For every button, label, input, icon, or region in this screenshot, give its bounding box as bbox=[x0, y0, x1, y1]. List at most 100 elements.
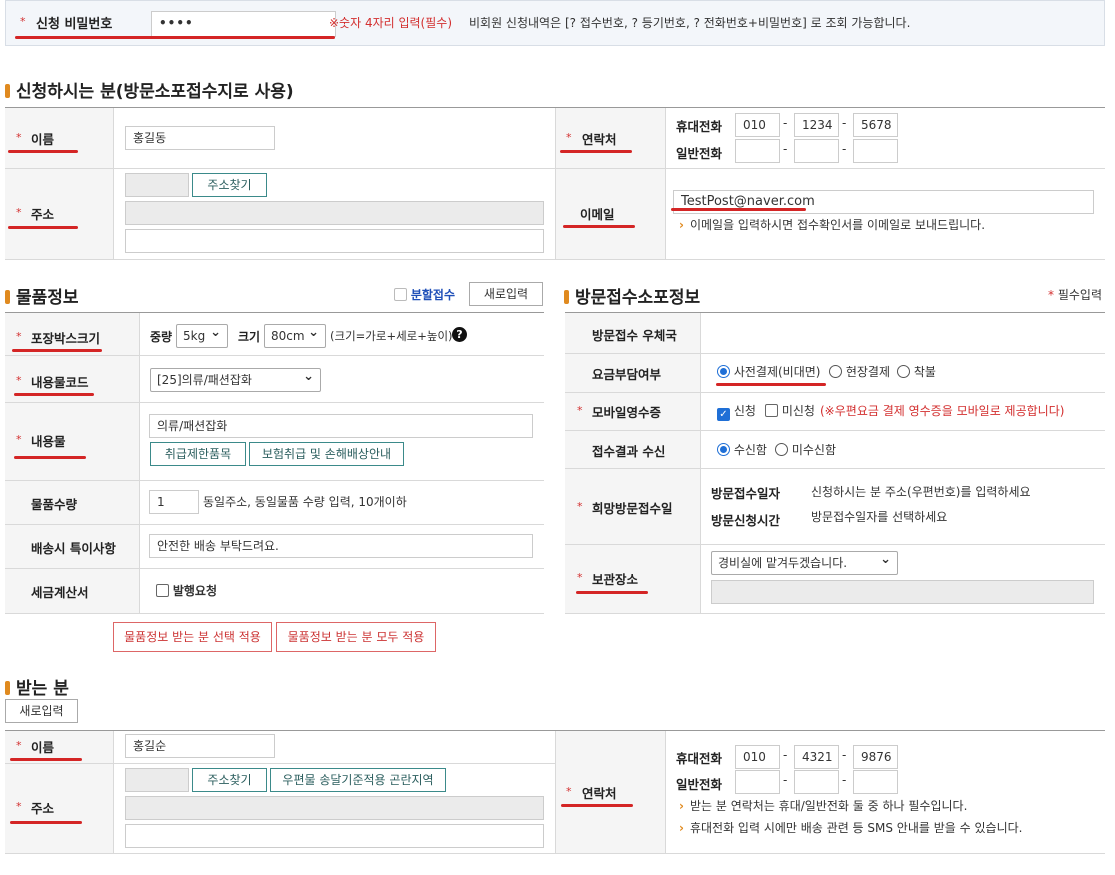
fee-onsite-radio[interactable]: 현장결제 bbox=[829, 363, 890, 380]
sender-find-address-button[interactable]: 주소찾기 bbox=[192, 173, 267, 197]
receiver-new-input-button[interactable]: 새로입력 bbox=[5, 699, 78, 723]
receiver-postcode-input[interactable] bbox=[125, 768, 189, 792]
receiver-mobile-2[interactable]: 4321 bbox=[794, 745, 839, 769]
size-label: 크기 bbox=[238, 330, 261, 344]
mobile-receipt-label: 모바일영수증 bbox=[592, 405, 662, 420]
receiver-mobile-3[interactable]: 9876 bbox=[853, 745, 898, 769]
required-star: * bbox=[16, 433, 22, 446]
sender-name-label: 이름 bbox=[31, 132, 55, 147]
weight-select[interactable]: 5kg bbox=[176, 322, 228, 348]
required-star: * bbox=[16, 800, 22, 813]
required-star: * bbox=[16, 330, 22, 343]
receiver-name-input[interactable]: 홍길순 bbox=[125, 734, 275, 758]
required-star: * bbox=[16, 131, 22, 144]
fee-label: 요금부담여부 bbox=[592, 367, 662, 382]
required-star: * bbox=[16, 206, 22, 219]
apply-selected-button[interactable]: 물품정보 받는 분 선택 적용 bbox=[113, 622, 272, 652]
sender-phone-2[interactable] bbox=[794, 139, 839, 163]
goods-new-input-button[interactable]: 새로입력 bbox=[469, 282, 543, 306]
insurance-info-button[interactable]: 보험취급 및 손해배상안내 bbox=[249, 442, 404, 466]
visit-office-label: 방문접수 우체국 bbox=[592, 328, 677, 343]
sender-phone-label: 일반전화 bbox=[676, 146, 723, 161]
restricted-items-button[interactable]: 취급제한품목 bbox=[150, 442, 246, 466]
receipt-apply-checkbox[interactable]: ✓ 신청 bbox=[717, 402, 756, 421]
content-label: 내용물 bbox=[31, 434, 66, 449]
sender-email-label: 이메일 bbox=[580, 207, 615, 222]
receiver-phone-3[interactable] bbox=[853, 770, 898, 794]
quantity-input[interactable]: 1 bbox=[149, 490, 199, 514]
receiver-address-input[interactable] bbox=[125, 796, 544, 820]
receiver-phone-2[interactable] bbox=[794, 770, 839, 794]
receiver-address-detail-input[interactable] bbox=[125, 824, 544, 848]
required-star: * bbox=[577, 571, 583, 584]
sender-address-detail-input[interactable] bbox=[125, 229, 544, 253]
visit-date-value: 신청하시는 분 주소(우편번호)를 입력하세요 bbox=[811, 485, 1031, 499]
sender-mobile-1[interactable]: 010 bbox=[735, 113, 780, 137]
receipt-no-checkbox[interactable]: 미신청 bbox=[765, 402, 815, 419]
sender-mobile-2[interactable]: 1234 bbox=[794, 113, 839, 137]
dash: - bbox=[842, 773, 847, 787]
help-icon[interactable]: ? bbox=[452, 327, 467, 342]
sender-email-note: › 이메일을 입력하시면 접수확인서를 이메일로 보내드립니다. bbox=[679, 218, 986, 232]
password-input[interactable]: •••• bbox=[151, 11, 336, 37]
sender-section-title: 신청하시는 분(방문소포접수지로 사용) bbox=[5, 77, 294, 102]
quantity-hint: 동일주소, 동일물품 수량 입력, 10개이하 bbox=[203, 495, 407, 509]
storage-label: 보관장소 bbox=[592, 572, 639, 587]
sender-phone-1[interactable] bbox=[735, 139, 780, 163]
fee-cod-radio[interactable]: 착불 bbox=[897, 363, 936, 380]
result-no-radio[interactable]: 미수신함 bbox=[775, 441, 836, 458]
size-hint: (크기=가로+세로+높이) bbox=[330, 329, 453, 343]
sender-contact-label: 연락처 bbox=[582, 132, 617, 147]
sender-name-input[interactable]: 홍길동 bbox=[125, 126, 275, 150]
sender-phone-3[interactable] bbox=[853, 139, 898, 163]
receiver-note-1: › 받는 분 연락처는 휴대/일반전화 둘 중 하나 필수입니다. bbox=[679, 799, 968, 813]
sender-address-input[interactable] bbox=[125, 201, 544, 225]
storage-select[interactable]: 경비실에 맡겨두겠습니다. bbox=[711, 549, 898, 575]
receiver-phone-label: 일반전화 bbox=[676, 777, 723, 792]
receiver-phone-1[interactable] bbox=[735, 770, 780, 794]
result-label: 접수결과 수신 bbox=[592, 444, 666, 459]
result-yes-radio[interactable]: 수신함 bbox=[717, 441, 767, 458]
password-notice-required: ※숫자 4자리 입력(필수) bbox=[329, 16, 453, 30]
fee-prepaid-radio[interactable]: 사전결제(비대면) bbox=[717, 363, 820, 380]
content-code-label: 내용물코드 bbox=[31, 375, 89, 390]
content-input[interactable]: 의류/패션잡화 bbox=[149, 414, 533, 438]
receipt-note: (※우편요금 결제 영수증을 모바일로 제공합니다) bbox=[820, 404, 1065, 418]
required-star: * bbox=[16, 374, 22, 387]
sender-postcode-input[interactable] bbox=[125, 173, 189, 197]
required-star: * bbox=[577, 500, 583, 513]
visit-section-title: 방문접수소포정보 bbox=[564, 283, 700, 308]
weight-label: 중량 bbox=[150, 330, 173, 344]
split-receipt-checkbox[interactable]: 분할접수 bbox=[394, 286, 455, 303]
goods-section-title: 물품정보 bbox=[5, 283, 79, 308]
tax-invoice-checkbox[interactable]: 발행요청 bbox=[156, 582, 217, 599]
receiver-contact-label: 연락처 bbox=[582, 786, 617, 801]
sender-mobile-label: 휴대전화 bbox=[676, 119, 723, 134]
content-code-select[interactable]: [25]의류/패션잡화 bbox=[150, 366, 321, 392]
dash: - bbox=[842, 748, 847, 762]
special-request-label: 배송시 특이사항 bbox=[31, 541, 116, 556]
password-bar: * 신청 비밀번호 •••• ※숫자 4자리 입력(필수) 비회원 신청내역은 … bbox=[5, 0, 1105, 46]
receiver-address-label: 주소 bbox=[31, 801, 55, 816]
special-request-input[interactable]: 안전한 배송 부탁드려요. bbox=[149, 534, 533, 558]
storage-detail-input[interactable] bbox=[711, 580, 1094, 604]
sender-address-label: 주소 bbox=[31, 207, 55, 222]
hard-area-button[interactable]: 우편물 송달기준적용 곤란지역 bbox=[270, 768, 446, 792]
visit-date-label: 희망방문접수일 bbox=[592, 501, 673, 516]
dash: - bbox=[783, 142, 788, 156]
quantity-label: 물품수량 bbox=[31, 497, 78, 512]
size-select[interactable]: 80cm bbox=[264, 322, 326, 348]
visit-time-value: 방문접수일자를 선택하세요 bbox=[811, 510, 948, 524]
dash: - bbox=[783, 116, 788, 130]
visit-date-key: 방문접수일자 bbox=[711, 486, 781, 501]
receiver-name-label: 이름 bbox=[31, 740, 55, 755]
password-label: 신청 비밀번호 bbox=[36, 17, 113, 32]
dash: - bbox=[783, 773, 788, 787]
apply-all-button[interactable]: 물품정보 받는 분 모두 적용 bbox=[276, 622, 436, 652]
dash: - bbox=[842, 116, 847, 130]
visit-time-key: 방문신청시간 bbox=[711, 513, 781, 528]
receiver-find-address-button[interactable]: 주소찾기 bbox=[192, 768, 267, 792]
dash: - bbox=[783, 748, 788, 762]
receiver-mobile-1[interactable]: 010 bbox=[735, 745, 780, 769]
sender-mobile-3[interactable]: 5678 bbox=[853, 113, 898, 137]
